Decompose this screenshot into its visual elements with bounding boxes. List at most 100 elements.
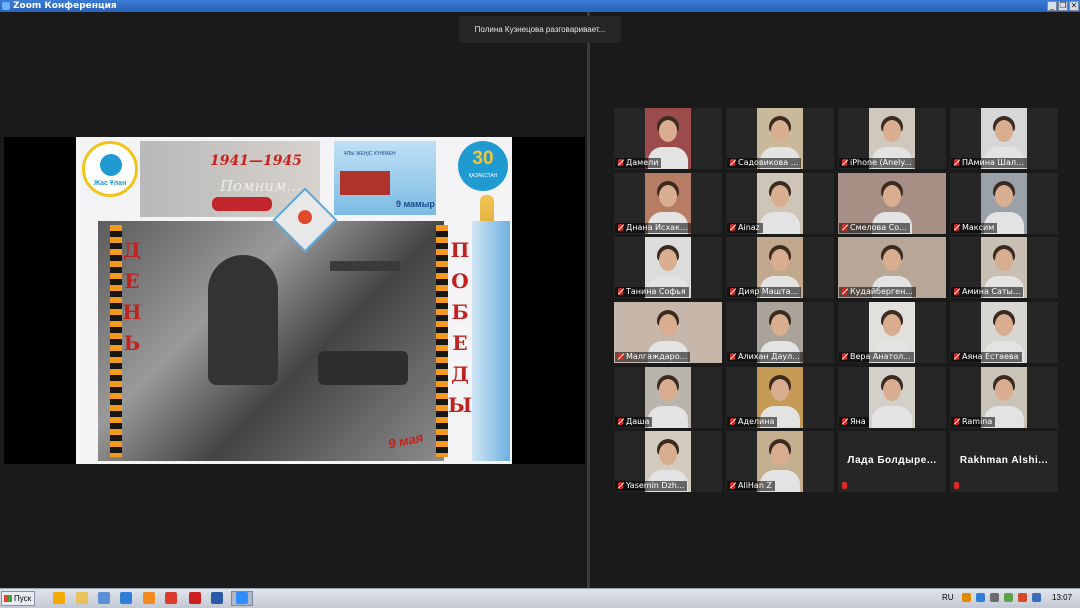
- opera-icon[interactable]: [189, 592, 201, 604]
- participant-name: Вера Анатол...: [850, 352, 911, 361]
- participant-tile[interactable]: Yasemin Dzh...: [614, 431, 722, 492]
- clock[interactable]: 13:07: [1052, 593, 1072, 602]
- muted-mic-icon: [954, 353, 959, 360]
- volume-icon[interactable]: [990, 593, 999, 602]
- participant-name-label: iPhone (Anely...: [839, 158, 915, 168]
- close-button[interactable]: ✕: [1069, 1, 1079, 11]
- muted-mic-icon: [954, 288, 959, 295]
- battery-icon[interactable]: [1004, 593, 1013, 602]
- minimize-button[interactable]: _: [1047, 1, 1057, 11]
- participant-tile[interactable]: Ramina: [950, 367, 1058, 428]
- participant-tile[interactable]: Лада Болдыре...: [838, 431, 946, 492]
- participant-tile[interactable]: iPhone (Anely...: [838, 108, 946, 169]
- participant-name-label: Ainaz: [727, 223, 763, 233]
- participant-name: Днана Исхак...: [626, 223, 688, 232]
- muted-mic-icon: [842, 288, 847, 295]
- zoom-icon[interactable]: [236, 592, 248, 604]
- muted-mic-icon: [954, 482, 959, 489]
- participant-video: [869, 367, 915, 428]
- language-indicator[interactable]: RU: [942, 593, 954, 602]
- window-title: Zoom Конференция: [13, 1, 117, 11]
- participant-tile[interactable]: Кудайберген...: [838, 237, 946, 298]
- participant-name: Аяна Естаева: [962, 352, 1019, 361]
- person-head: [771, 120, 789, 142]
- folder-icon[interactable]: [76, 592, 88, 604]
- browser-icon[interactable]: [165, 592, 177, 604]
- muted-mic-icon: [618, 418, 623, 425]
- muted-mic-icon: [618, 224, 623, 231]
- play-icon[interactable]: [120, 592, 132, 604]
- participant-tile[interactable]: ПАмина Шал...: [950, 108, 1058, 169]
- person-head: [771, 314, 789, 336]
- person-head: [659, 314, 677, 336]
- person-head: [883, 185, 901, 207]
- person-head: [771, 443, 789, 465]
- participant-tile[interactable]: Амина Саты...: [950, 237, 1058, 298]
- soldier-image: [208, 255, 278, 385]
- participant-name: AliHan Z: [738, 481, 772, 490]
- logo-text: ҚАЗАҚСТАН: [468, 173, 498, 179]
- start-button[interactable]: Пуск: [1, 591, 35, 606]
- letter: Д: [451, 362, 469, 386]
- participant-tile[interactable]: Танина Софья: [614, 237, 722, 298]
- war-years: 1941—1945: [210, 153, 302, 169]
- plane-image: [330, 261, 400, 271]
- participant-name: Максим: [962, 223, 995, 232]
- participant-tile[interactable]: Яна: [838, 367, 946, 428]
- participant-name-label: Дияр Машта...: [727, 287, 802, 297]
- split-divider[interactable]: [587, 12, 590, 588]
- person-head: [883, 314, 901, 336]
- participant-tile[interactable]: Аяна Естаева: [950, 302, 1058, 363]
- security-icon[interactable]: [1018, 593, 1027, 602]
- emblem-text: Жас Ұлан: [93, 180, 127, 187]
- participant-name-label: Алихан Даул...: [727, 352, 803, 362]
- tank-image: [318, 351, 408, 385]
- word-icon[interactable]: [211, 592, 223, 604]
- participant-tile[interactable]: AliHan Z: [726, 431, 834, 492]
- letter: Н: [122, 300, 142, 324]
- chrome-like-icon[interactable]: [53, 592, 65, 604]
- participant-tile[interactable]: Дамели: [614, 108, 722, 169]
- participant-tile[interactable]: Садовикова ...: [726, 108, 834, 169]
- participant-tile[interactable]: Малгаждаро...: [614, 302, 722, 363]
- participant-tile[interactable]: Аделина: [726, 367, 834, 428]
- participant-tile[interactable]: Смелова Со...: [838, 173, 946, 234]
- zoom-app-icon: [2, 2, 10, 10]
- participant-name: Садовикова ...: [738, 158, 799, 167]
- network-icon[interactable]: [976, 593, 985, 602]
- muted-mic-icon: [618, 159, 623, 166]
- media-icon[interactable]: [143, 592, 155, 604]
- muted-mic-icon: [618, 482, 623, 489]
- participant-name: Кудайберген...: [850, 287, 913, 296]
- update-icon[interactable]: [1032, 593, 1041, 602]
- participant-tile[interactable]: Днана Исхак...: [614, 173, 722, 234]
- participant-tile[interactable]: Ainaz: [726, 173, 834, 234]
- participant-name-label: Садовикова ...: [727, 158, 802, 168]
- participant-tile[interactable]: Rakhman Alshi...: [950, 431, 1058, 492]
- person-body: [872, 406, 912, 428]
- muted-mic-icon: [842, 159, 847, 166]
- participant-name: Танина Софья: [626, 287, 686, 296]
- participant-tile[interactable]: Вера Анатол...: [838, 302, 946, 363]
- help-icon[interactable]: [962, 593, 971, 602]
- muted-mic-icon: [730, 288, 735, 295]
- participant-name: Малгаждаро...: [626, 352, 688, 361]
- participant-tile[interactable]: Алихан Даул...: [726, 302, 834, 363]
- person-head: [995, 249, 1013, 271]
- maximize-button[interactable]: ❐: [1058, 1, 1068, 11]
- participant-tile[interactable]: Дияр Машта...: [726, 237, 834, 298]
- participant-name: Даша: [626, 417, 650, 426]
- participant-name-label: Малгаждаро...: [615, 352, 691, 362]
- muted-mic-icon: [954, 224, 959, 231]
- participant-tile[interactable]: Даша: [614, 367, 722, 428]
- participant-name: Амина Саты...: [962, 287, 1021, 296]
- participant-name-label: Аяна Естаева: [951, 352, 1022, 362]
- muted-mic-icon: [730, 159, 735, 166]
- participant-name-label: Yasemin Dzh...: [615, 481, 688, 491]
- participant-name-label: Максим: [951, 223, 998, 233]
- person-head: [771, 379, 789, 401]
- participant-tile[interactable]: Максим: [950, 173, 1058, 234]
- remember-text: Помним...: [220, 177, 301, 195]
- letter: П: [450, 238, 470, 262]
- explorer-icon[interactable]: [98, 592, 110, 604]
